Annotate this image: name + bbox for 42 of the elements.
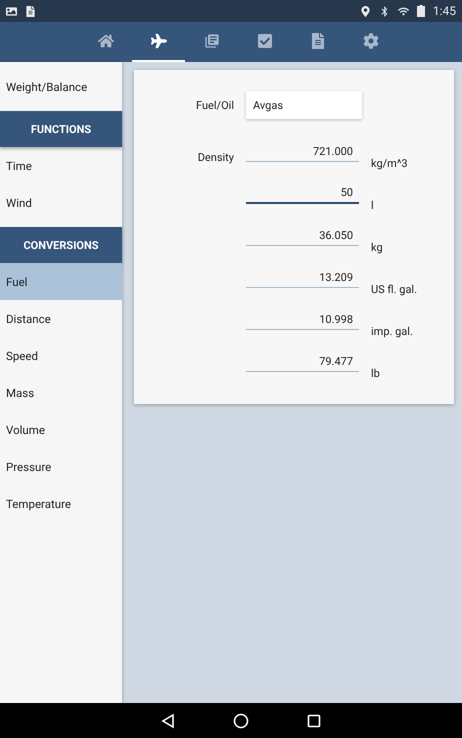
field-label: Density (198, 151, 234, 164)
number-field[interactable]: 721.000 (246, 145, 359, 162)
recents-button[interactable] (307, 714, 321, 728)
fuel-label: Fuel/Oil (196, 98, 234, 112)
back-button[interactable] (161, 712, 175, 728)
home-button[interactable] (233, 712, 249, 728)
checkbox-icon (256, 33, 272, 49)
number-field[interactable]: 50 (246, 186, 359, 204)
unit-label: kg (371, 241, 384, 254)
sidebar-item[interactable]: Pressure (0, 448, 122, 485)
settings-icon (362, 33, 378, 49)
number-field[interactable]: 10.998 (246, 313, 359, 330)
number-field[interactable]: 13.209 (246, 271, 359, 288)
section-header: FUNCTIONS (0, 111, 122, 147)
sidebar-item[interactable]: Temperature (0, 485, 122, 522)
unit-label: lb (371, 367, 381, 380)
list-icon (204, 33, 220, 49)
unit-label: imp. gal. (371, 325, 414, 338)
fuel-dropdown[interactable]: Avgas (246, 91, 362, 119)
sidebar-item[interactable]: Distance (0, 300, 122, 337)
unit-label: kg/m^3 (371, 157, 409, 170)
section-header: CONVERSIONS (0, 227, 122, 263)
sidebar-item[interactable]: Speed (0, 337, 122, 374)
sidebar-item[interactable]: Time (0, 147, 122, 184)
home-icon (98, 33, 114, 49)
gallery-icon (6, 6, 17, 16)
wifi-icon (398, 6, 409, 16)
clock-time: 1:45 (432, 4, 456, 18)
unit-label: l (371, 199, 375, 212)
sidebar-item[interactable]: Wind (0, 184, 122, 221)
sidebar-item[interactable]: Weight/Balance (0, 68, 122, 105)
unit-label: US fl. gal. (371, 283, 418, 296)
bluetooth-icon (378, 6, 390, 16)
document-icon (310, 33, 326, 49)
sidebar-item[interactable]: Volume (0, 411, 122, 448)
number-field[interactable]: 36.050 (246, 229, 359, 246)
sidebar-item[interactable]: Fuel (0, 263, 122, 300)
location-icon (360, 6, 371, 16)
number-field[interactable]: 79.477 (246, 355, 359, 372)
airplane-icon (150, 33, 166, 49)
battery-icon (416, 5, 425, 17)
sidebar-item[interactable]: Mass (0, 374, 122, 411)
